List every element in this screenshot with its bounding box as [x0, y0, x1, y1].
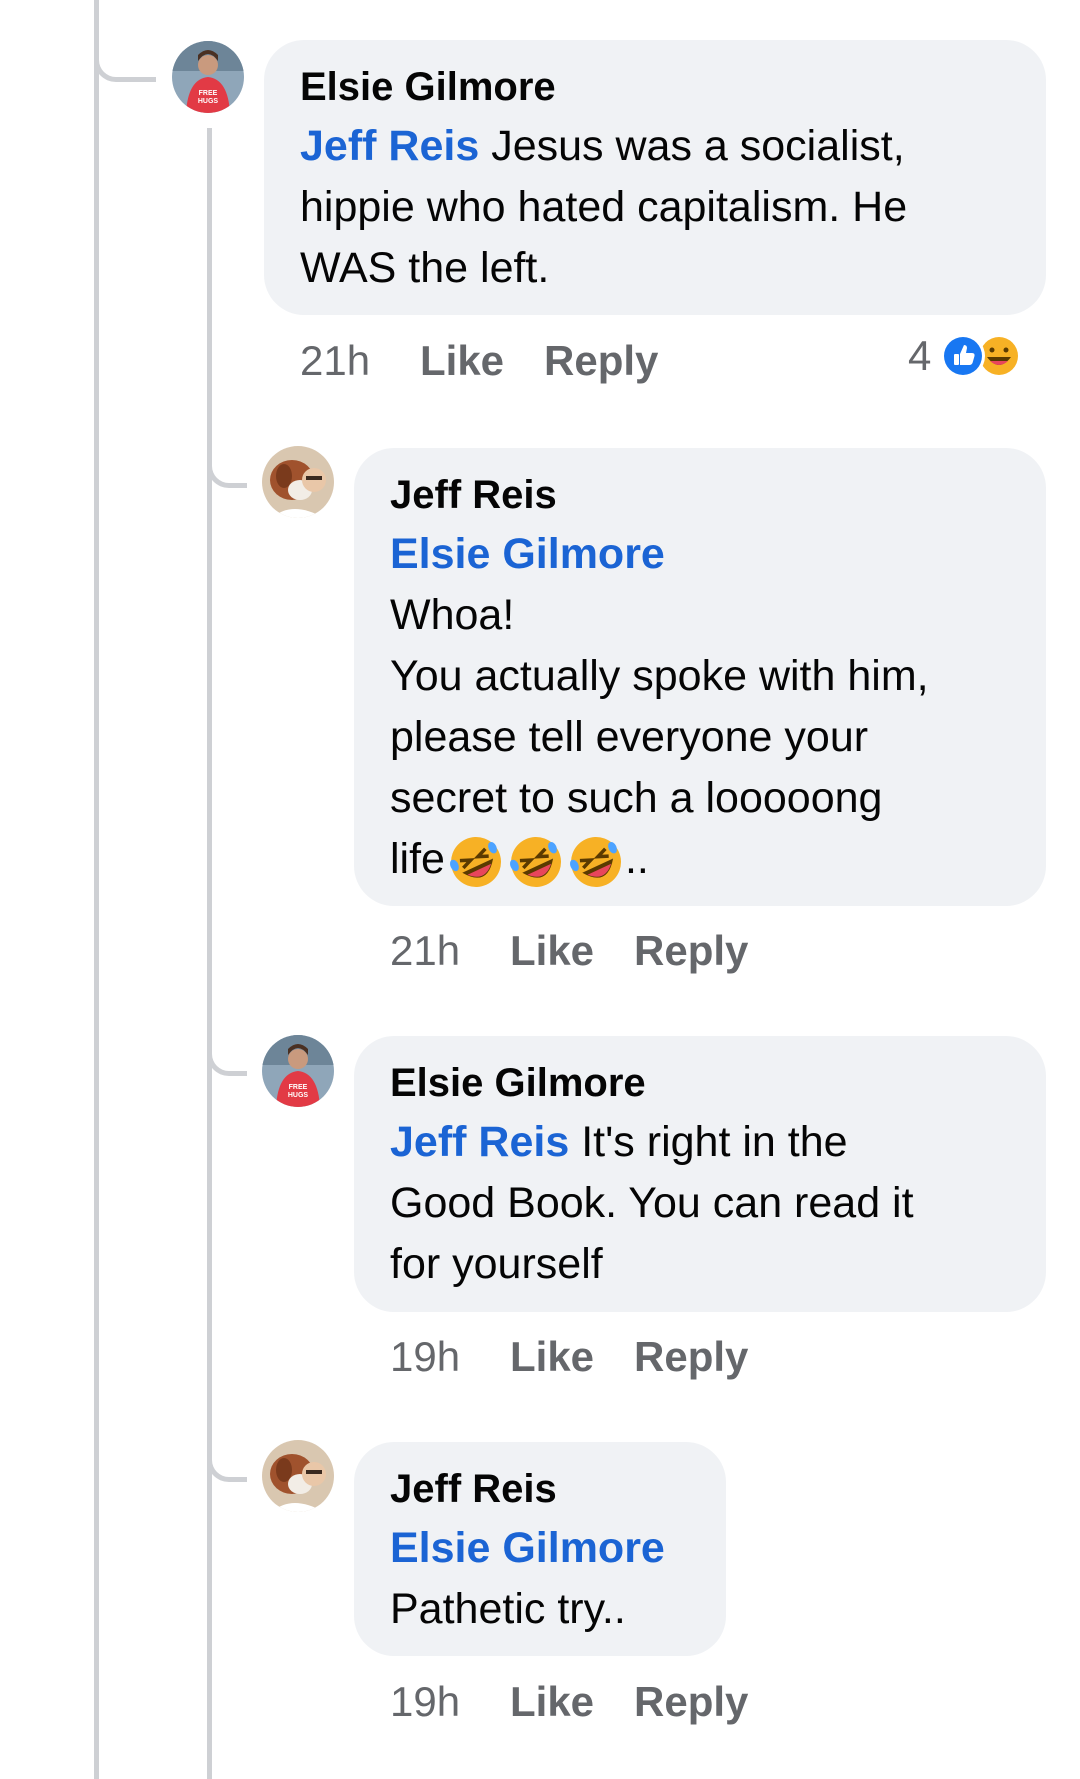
comment-text: Elsie Gilmore Pathetic try.. — [390, 1518, 690, 1640]
mention-link[interactable]: Elsie Gilmore — [390, 524, 1010, 585]
reply-connector — [207, 440, 247, 488]
rolling-laughing-emoji — [449, 836, 501, 887]
comment-author[interactable]: Elsie Gilmore — [300, 58, 1010, 116]
avatar[interactable] — [262, 1440, 334, 1512]
like-button[interactable]: Like — [510, 1332, 634, 1382]
comment-actions: 19h Like Reply — [390, 1332, 748, 1382]
reaction-count: 4 — [908, 332, 932, 379]
mention-link[interactable]: Elsie Gilmore — [390, 1518, 690, 1579]
comment-actions: 21h Like Reply — [390, 926, 748, 976]
comment-time[interactable]: 19h — [390, 1677, 510, 1727]
comment-author[interactable]: Jeff Reis — [390, 1460, 690, 1518]
comment-time[interactable]: 19h — [390, 1332, 510, 1382]
mention-link[interactable]: Jeff Reis — [300, 122, 479, 170]
svg-text:HUGS: HUGS — [288, 1092, 309, 1099]
reply-connector — [207, 1028, 247, 1076]
svg-text:HUGS: HUGS — [198, 98, 219, 105]
comment-text: Elsie Gilmore Whoa! You actually spoke w… — [390, 524, 1010, 890]
reply-button[interactable]: Reply — [634, 1677, 748, 1727]
comment-actions: 21h Like Reply — [300, 336, 658, 386]
reply-button[interactable]: Reply — [634, 1332, 748, 1382]
comment-actions: 19h Like Reply — [390, 1677, 748, 1727]
comment-bubble: Jeff Reis Elsie Gilmore Pathetic try.. — [354, 1442, 726, 1656]
reply-thread-line — [207, 128, 212, 1779]
comment-bubble: Elsie Gilmore Jeff Reis It's right in th… — [354, 1036, 1046, 1312]
reply-button[interactable]: Reply — [634, 926, 748, 976]
reply-button[interactable]: Reply — [544, 336, 658, 386]
outer-thread-line — [94, 0, 99, 1779]
svg-text:FREE: FREE — [289, 1084, 308, 1091]
reaction-icons — [941, 334, 1022, 378]
comment-time[interactable]: 21h — [300, 336, 420, 386]
haha-reaction-icon — [941, 334, 986, 378]
reaction-summary[interactable]: 4 — [908, 330, 1037, 382]
jeff-avatar-image — [262, 446, 334, 518]
avatar[interactable]: FREE HUGS — [262, 1035, 334, 1107]
like-button[interactable]: Like — [510, 926, 634, 976]
elsie-avatar-image: FREE HUGS — [172, 41, 244, 113]
rolling-laughing-emoji — [509, 836, 561, 887]
avatar[interactable] — [262, 446, 334, 518]
svg-text:FREE: FREE — [199, 90, 218, 97]
comment-text: Jeff Reis It's right in the Good Book. Y… — [390, 1118, 914, 1288]
comment-text: Jeff Reis Jesus was a socialist, hippie … — [300, 122, 908, 292]
comment-author[interactable]: Jeff Reis — [390, 466, 1010, 524]
like-button[interactable]: Like — [420, 336, 544, 386]
comment-author[interactable]: Elsie Gilmore — [390, 1054, 1010, 1112]
comment-bubble: Jeff Reis Elsie Gilmore Whoa! You actual… — [354, 448, 1046, 906]
thread-connector — [94, 0, 156, 82]
rolling-laughing-emoji — [569, 836, 621, 887]
mention-link[interactable]: Jeff Reis — [390, 1118, 569, 1166]
jeff-avatar-image — [262, 1440, 334, 1512]
reply-connector — [207, 1434, 247, 1482]
elsie-avatar-image: FREE HUGS — [262, 1035, 334, 1107]
avatar[interactable]: FREE HUGS — [172, 41, 244, 113]
like-button[interactable]: Like — [510, 1677, 634, 1727]
comment-bubble: Elsie Gilmore Jeff Reis Jesus was a soci… — [264, 40, 1046, 315]
comment-time[interactable]: 21h — [390, 926, 510, 976]
